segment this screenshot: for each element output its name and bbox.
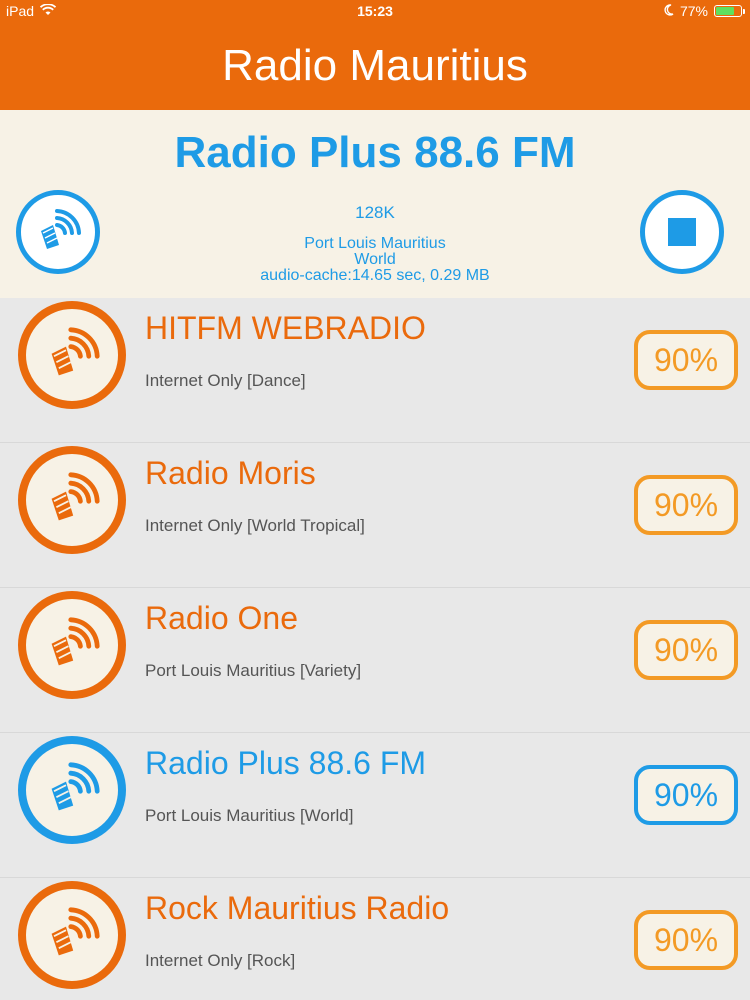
battery-percent: 77% bbox=[679, 3, 708, 19]
station-icon-circle[interactable] bbox=[18, 446, 126, 554]
speaker-waves-icon bbox=[51, 472, 100, 521]
station-icon-circle[interactable] bbox=[18, 591, 126, 699]
station-icon-circle[interactable] bbox=[18, 881, 126, 989]
now-playing-cache: audio-cache:14.65 sec, 0.29 MB bbox=[260, 267, 490, 284]
station-description: Internet Only [World Tropical] bbox=[145, 516, 365, 535]
speaker-waves-icon bbox=[51, 762, 100, 811]
station-name: Radio Moris bbox=[145, 455, 316, 491]
battery-fill bbox=[716, 7, 735, 15]
battery-icon bbox=[714, 5, 745, 17]
station-list[interactable]: HITFM WEBRADIO Internet Only [Dance] 90%… bbox=[0, 298, 750, 1000]
station-name: Radio Plus 88.6 FM bbox=[145, 745, 427, 781]
speaker-waves-icon bbox=[51, 907, 100, 956]
speaker-waves-icon bbox=[41, 209, 81, 249]
page-title: Radio Mauritius bbox=[0, 22, 750, 110]
station-icon-circle[interactable] bbox=[18, 301, 126, 409]
station-volume-badge[interactable]: 90% bbox=[634, 910, 738, 970]
station-name: Radio One bbox=[145, 600, 298, 636]
station-volume-badge[interactable]: 90% bbox=[634, 475, 738, 535]
station-name: HITFM WEBRADIO bbox=[145, 310, 426, 346]
now-playing-panel: Radio Plus 88.6 FM 128K Port Louis Mauri… bbox=[0, 110, 750, 298]
now-playing-title: Radio Plus 88.6 FM bbox=[174, 128, 576, 177]
station-volume-badge[interactable]: 90% bbox=[634, 620, 738, 680]
station-row[interactable]: Radio Plus 88.6 FM Port Louis Mauritius … bbox=[0, 733, 750, 878]
station-name: Rock Mauritius Radio bbox=[145, 890, 450, 926]
station-row[interactable]: Rock Mauritius Radio Internet Only [Rock… bbox=[0, 878, 750, 1000]
moon-icon bbox=[664, 3, 674, 19]
status-time: 15:23 bbox=[357, 3, 393, 19]
station-row[interactable]: Radio Moris Internet Only [World Tropica… bbox=[0, 443, 750, 588]
station-icon-circle[interactable] bbox=[18, 736, 126, 844]
stop-icon bbox=[668, 218, 696, 246]
now-playing-bitrate: 128K bbox=[355, 203, 395, 222]
now-playing-station-button[interactable] bbox=[16, 190, 100, 274]
station-volume-badge[interactable]: 90% bbox=[634, 330, 738, 390]
station-description: Internet Only [Rock] bbox=[145, 951, 296, 970]
station-description: Port Louis Mauritius [World] bbox=[145, 806, 354, 825]
speaker-waves-icon bbox=[51, 617, 100, 666]
stop-button[interactable] bbox=[640, 190, 724, 274]
station-row[interactable]: Radio One Port Louis Mauritius [Variety]… bbox=[0, 588, 750, 733]
station-description: Internet Only [Dance] bbox=[145, 371, 306, 390]
station-volume-badge[interactable]: 90% bbox=[634, 765, 738, 825]
station-description: Port Louis Mauritius [Variety] bbox=[145, 661, 362, 680]
status-bar: iPad 15:23 77% bbox=[0, 0, 750, 22]
speaker-waves-icon bbox=[51, 327, 100, 376]
station-row[interactable]: HITFM WEBRADIO Internet Only [Dance] 90% bbox=[0, 298, 750, 443]
